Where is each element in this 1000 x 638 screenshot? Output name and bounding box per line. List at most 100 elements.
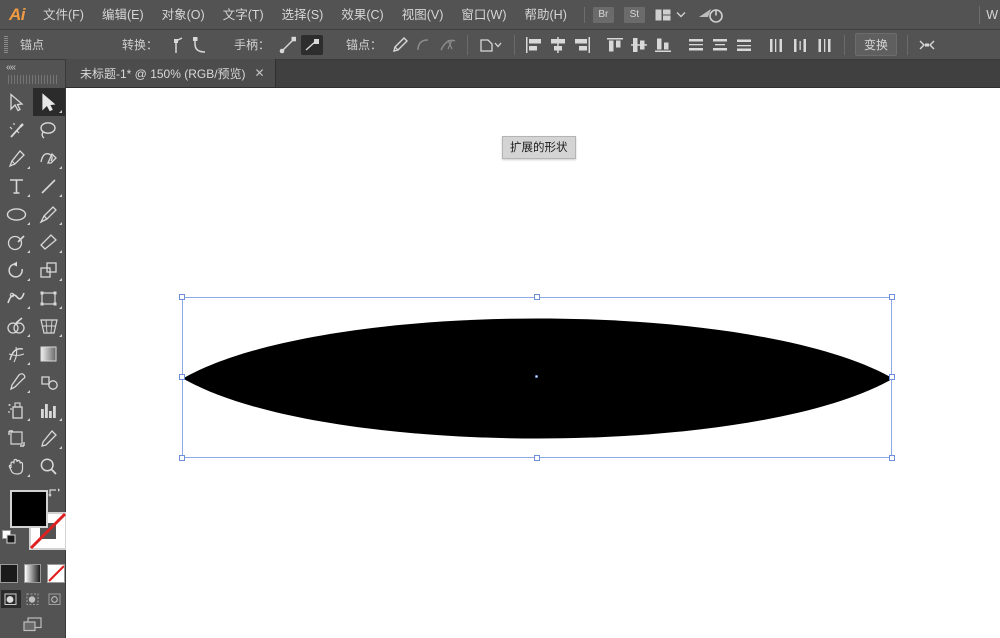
tool-eyedropper[interactable] (0, 368, 33, 396)
menubar-divider (584, 7, 585, 23)
tools-panel-grip[interactable] (8, 75, 57, 84)
connect-anchors-button[interactable] (413, 35, 435, 55)
swap-fill-stroke-button[interactable] (47, 486, 61, 500)
distribute-center-button[interactable] (709, 35, 731, 55)
tool-width[interactable] (0, 284, 33, 312)
tool-symbol-sprayer[interactable] (0, 396, 33, 424)
draw-mode-behind[interactable] (23, 590, 43, 608)
align-center-horizontal-icon (549, 37, 567, 53)
color-mode-none[interactable] (47, 564, 65, 583)
tool-direct-selection[interactable] (33, 88, 66, 116)
tool-pen[interactable] (0, 144, 33, 172)
document-tab-bar: 未标题-1* @ 150% (RGB/预览) ✕ (66, 60, 1000, 88)
tools-grid (0, 88, 65, 480)
align-right-icon (573, 37, 591, 53)
workspace-switcher[interactable]: W (986, 8, 1000, 22)
tool-magic-wand[interactable] (0, 116, 33, 144)
tool-slice[interactable] (33, 424, 66, 452)
menu-edit[interactable]: 编辑(E) (93, 0, 153, 30)
tool-rotate[interactable] (0, 256, 33, 284)
menu-bar: Ai 文件(F) 编辑(E) 对象(O) 文字(T) 选择(S) 效果(C) 视… (0, 0, 1000, 30)
tool-column-graph[interactable] (33, 396, 66, 424)
tool-paintbrush[interactable] (33, 200, 66, 228)
default-fill-stroke-button[interactable] (2, 530, 17, 545)
align-center-horizontal-button[interactable] (547, 35, 569, 55)
artboard-canvas[interactable]: 扩展的形状 (66, 88, 1000, 638)
draw-mode-inside[interactable] (45, 590, 65, 608)
distribute-top-button[interactable] (685, 35, 707, 55)
tool-pencil[interactable] (0, 228, 33, 256)
align-middle-vertical-button[interactable] (628, 35, 650, 55)
color-mode-color[interactable] (0, 564, 18, 583)
menu-help[interactable]: 帮助(H) (516, 0, 576, 30)
cc-sync-button[interactable] (698, 6, 724, 24)
color-mode-gradient[interactable] (24, 564, 42, 583)
line-segment-icon (39, 177, 58, 196)
tool-scale[interactable] (33, 256, 66, 284)
document-tab[interactable]: 未标题-1* @ 150% (RGB/预览) ✕ (66, 59, 276, 87)
transform-button[interactable]: 变换 (855, 33, 897, 56)
align-left-button[interactable] (523, 35, 545, 55)
tool-gradient[interactable] (33, 340, 66, 368)
hide-handles-button[interactable] (301, 35, 323, 55)
tool-type[interactable] (0, 172, 33, 200)
menu-file[interactable]: 文件(F) (34, 0, 93, 30)
tool-free-transform[interactable] (33, 284, 66, 312)
menu-object[interactable]: 对象(O) (153, 0, 214, 30)
tool-flyout-indicator (59, 418, 62, 421)
tool-zoom[interactable] (33, 452, 66, 480)
selection-handle-middle-right[interactable] (889, 374, 895, 380)
tool-eraser[interactable] (33, 228, 66, 256)
menu-view[interactable]: 视图(V) (393, 0, 453, 30)
selection-handle-middle-left[interactable] (179, 374, 185, 380)
tool-line-segment[interactable] (33, 172, 66, 200)
convert-corner-icon (168, 36, 184, 54)
tool-blend[interactable] (33, 368, 66, 396)
tool-curvature[interactable] (33, 144, 66, 172)
bridge-button[interactable]: Br (593, 7, 614, 23)
align-top-button[interactable] (604, 35, 626, 55)
tool-flyout-indicator (27, 250, 30, 253)
tool-hand[interactable] (0, 452, 33, 480)
align-bottom-button[interactable] (652, 35, 674, 55)
stock-button[interactable]: St (624, 7, 645, 23)
shape-builder-control-button[interactable] (916, 35, 938, 55)
selection-handle-top-right[interactable] (889, 294, 895, 300)
tool-flyout-indicator (27, 194, 30, 197)
distribute-horizontal-center-button[interactable] (790, 35, 812, 55)
selection-handle-top-left[interactable] (179, 294, 185, 300)
convert-to-corner-button[interactable] (165, 35, 187, 55)
collapse-tools-button[interactable]: «« (0, 60, 65, 74)
distribute-bottom-button[interactable] (733, 35, 755, 55)
cut-path-button[interactable] (437, 35, 459, 55)
align-right-button[interactable] (571, 35, 593, 55)
tool-artboard[interactable] (0, 424, 33, 452)
tool-mesh[interactable] (0, 340, 33, 368)
selection-handle-bottom-left[interactable] (179, 455, 185, 461)
selection-handle-bottom-right[interactable] (889, 455, 895, 461)
convert-to-smooth-button[interactable] (189, 35, 211, 55)
control-bar-grip[interactable] (4, 36, 8, 54)
selection-handle-top-center[interactable] (534, 294, 540, 300)
distribute-left-button[interactable] (766, 35, 788, 55)
tool-selection[interactable] (0, 88, 33, 116)
close-icon[interactable]: ✕ (255, 67, 265, 79)
fill-swatch[interactable] (10, 490, 48, 528)
distribute-right-button[interactable] (814, 35, 836, 55)
menu-effect[interactable]: 效果(C) (332, 0, 392, 30)
draw-mode-normal[interactable] (1, 590, 21, 608)
menu-select[interactable]: 选择(S) (273, 0, 333, 30)
screen-mode-button[interactable] (21, 617, 45, 633)
isolate-selected-button[interactable] (476, 35, 506, 55)
show-handles-button[interactable] (277, 35, 299, 55)
menu-window[interactable]: 窗口(W) (452, 0, 515, 30)
tool-lasso[interactable] (33, 116, 66, 144)
selection-handle-bottom-center[interactable] (534, 455, 540, 461)
draw-normal-icon (4, 593, 18, 606)
menu-type[interactable]: 文字(T) (214, 0, 273, 30)
tool-perspective-grid[interactable] (33, 312, 66, 340)
arrange-documents-button[interactable] (655, 9, 686, 21)
remove-anchor-button[interactable] (389, 35, 411, 55)
tool-shape-builder[interactable] (0, 312, 33, 340)
tool-ellipse[interactable] (0, 200, 33, 228)
